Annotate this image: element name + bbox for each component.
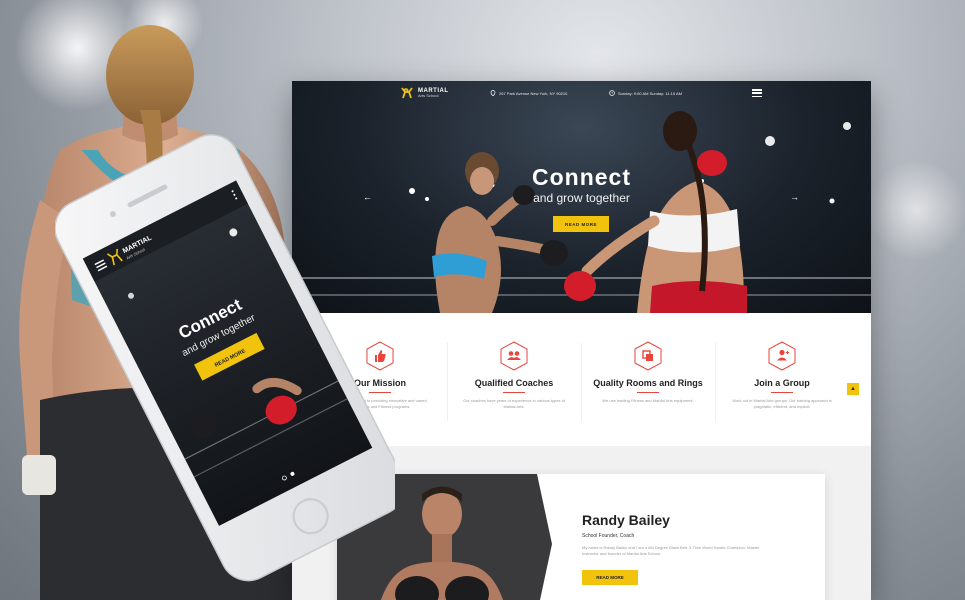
- logo-tagline: Arts School: [418, 93, 439, 98]
- feature-title: Quality Rooms and Rings: [593, 378, 703, 388]
- slider-next-arrow-icon[interactable]: →: [790, 192, 799, 202]
- hours-text: Sunday: 9:00 AM Sunday: 11:15 AM: [618, 90, 682, 96]
- mobile-phone-mockup: MARTIAL Arts School Connect and grow tog…: [55, 134, 395, 582]
- site-logo[interactable]: MARTIAL Arts School: [400, 86, 449, 100]
- feature-title: Qualified Coaches: [474, 378, 554, 388]
- clock-icon: [609, 90, 615, 96]
- coach-read-more-button[interactable]: READ MORE: [582, 570, 638, 585]
- feature-underline: [637, 392, 659, 393]
- coach-name: Randy Bailey: [582, 512, 670, 528]
- feature-description: We use leading Fitness and Martial Arts …: [602, 398, 694, 403]
- feature-underline: [771, 392, 793, 393]
- rooms-icon: [634, 341, 662, 371]
- coach-card: Randy Bailey School Founder, Coach My na…: [337, 474, 825, 600]
- coach-bio: My name is Randy Bailey and I am a 6th D…: [582, 545, 760, 557]
- feature-description: Our coaches have years of experience in …: [463, 398, 565, 409]
- address-text: 267 Park Avenue New York, NY 90210: [499, 90, 568, 96]
- coach-role: School Founder, Coach: [582, 533, 635, 539]
- users-icon: [500, 341, 528, 371]
- header-hours: Sunday: 9:00 AM Sunday: 11:15 AM: [609, 90, 682, 96]
- feature-description: Work out in Martial Arts groups. Our tra…: [732, 398, 832, 409]
- feature-qualified-coaches[interactable]: Qualified Coaches Our coaches have years…: [447, 341, 581, 410]
- chevron-up-icon: ▲: [850, 386, 856, 392]
- location-pin-icon: [490, 90, 496, 96]
- feature-underline: [503, 392, 525, 393]
- header-address: 267 Park Avenue New York, NY 90210: [490, 90, 567, 96]
- feature-quality-rooms[interactable]: Quality Rooms and Rings We use leading F…: [581, 341, 715, 404]
- hero-read-more-button[interactable]: READ MORE: [553, 216, 609, 232]
- logo-fighter-icon: [401, 87, 413, 99]
- hamburger-menu-icon[interactable]: [752, 89, 762, 97]
- add-user-icon: [768, 341, 796, 371]
- feature-title: Join a Group: [754, 378, 810, 388]
- scroll-to-top-button[interactable]: ▲: [847, 383, 859, 395]
- feature-join-group[interactable]: Join a Group Work out in Martial Arts gr…: [715, 341, 849, 410]
